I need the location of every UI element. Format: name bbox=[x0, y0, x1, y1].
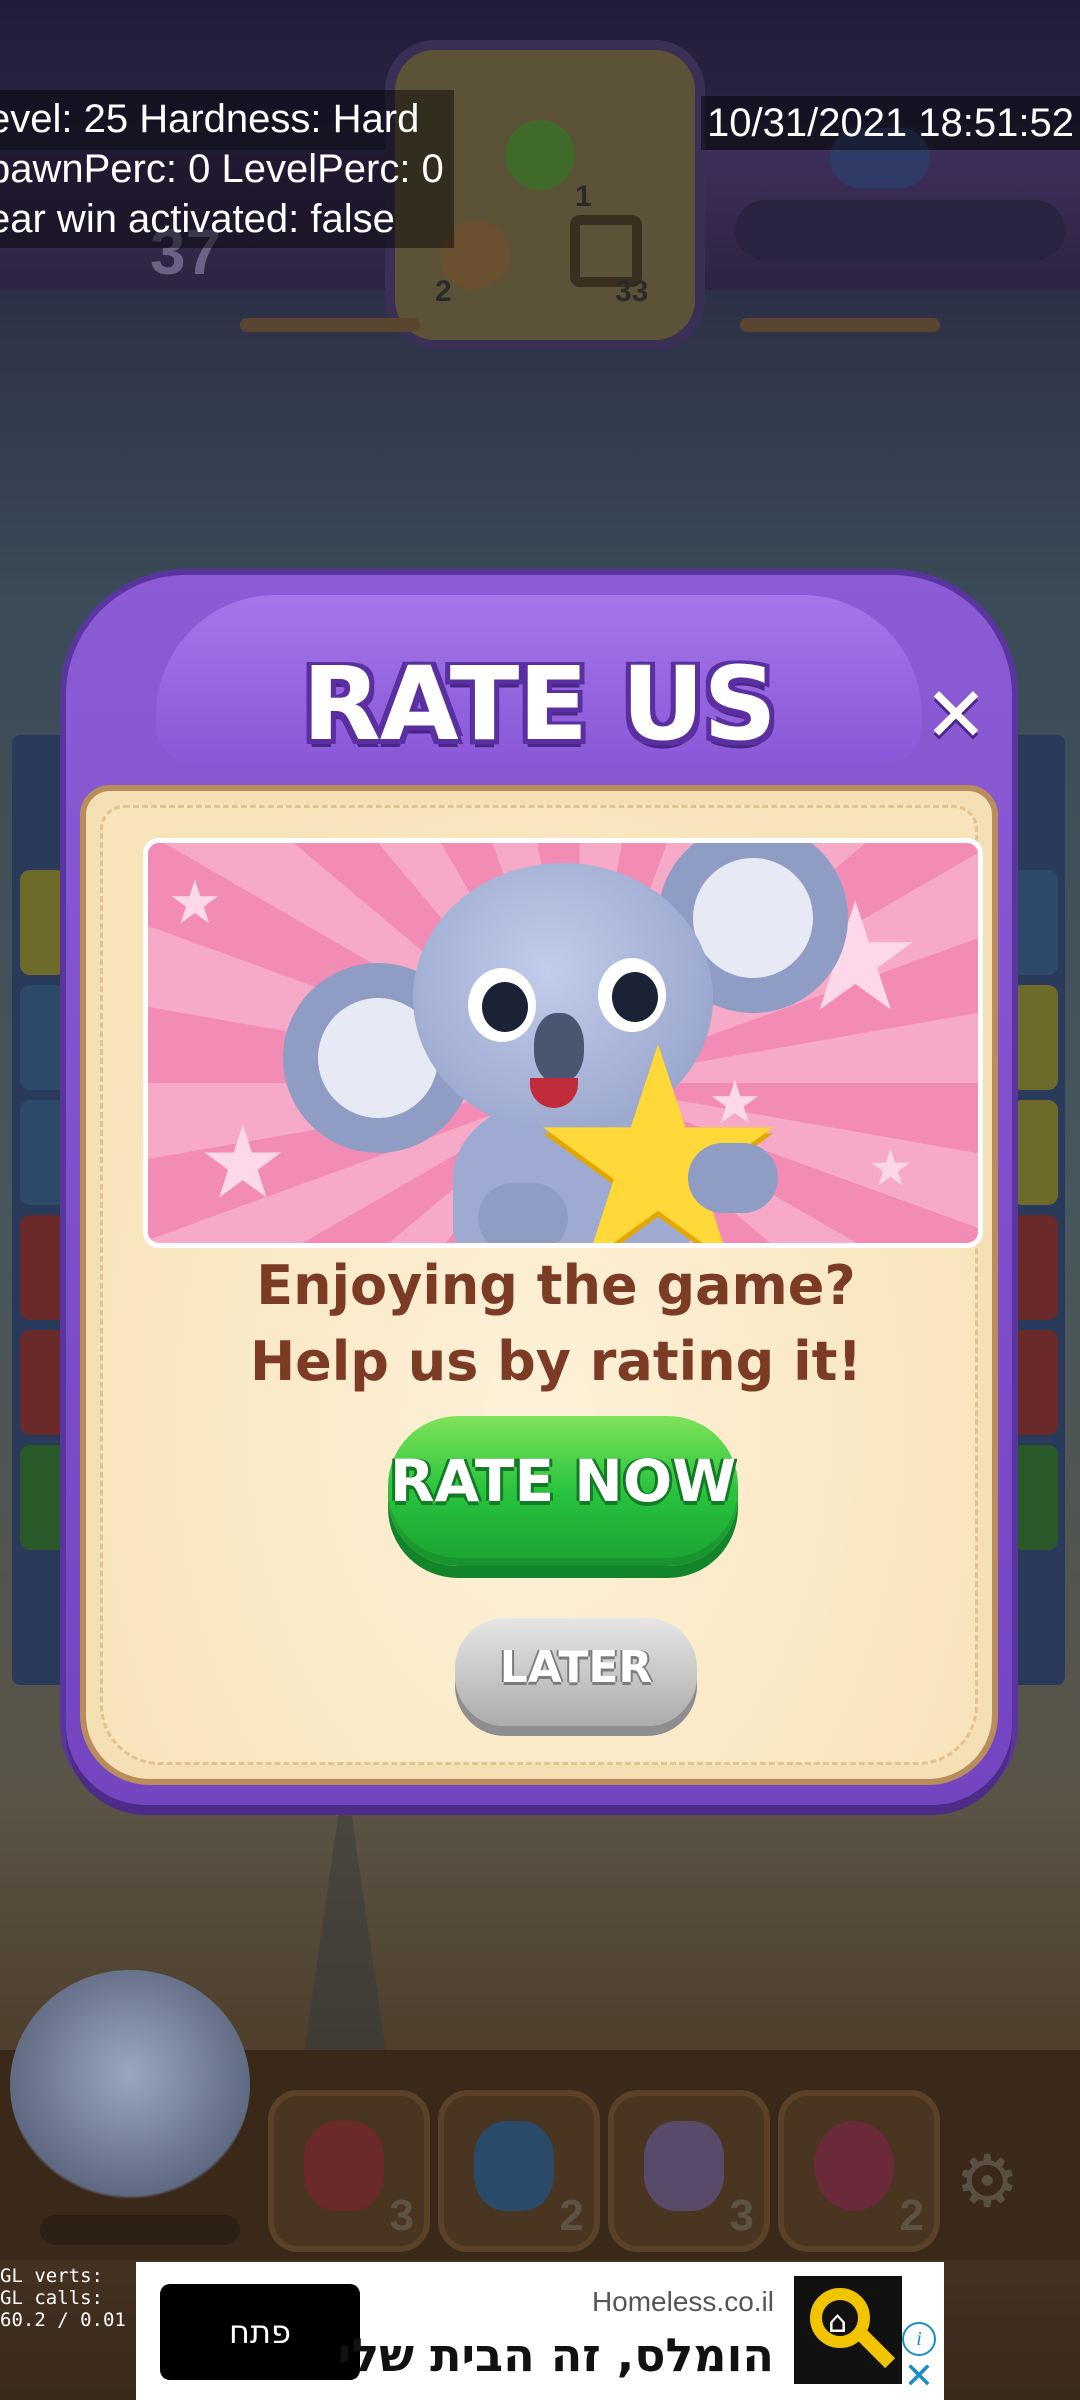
ad-open-button[interactable]: פתח bbox=[160, 2284, 360, 2380]
dino-icon bbox=[505, 120, 575, 190]
booster-count: 3 bbox=[729, 2191, 754, 2240]
debug-win-line: ear win activated: false bbox=[0, 197, 395, 241]
rating-prompt-line1: Enjoying the game? bbox=[256, 1254, 856, 1317]
board-tile bbox=[20, 985, 66, 1090]
debug-info-panel: evel: 25 Hardness: Hard pawnPerc: 0 Leve… bbox=[0, 90, 454, 248]
koala-mascot bbox=[10, 1970, 250, 2200]
board-tile bbox=[20, 1100, 66, 1205]
ad-banner[interactable]: פתח Homeless.co.il הומלס, זה הבית שלי ⌂ … bbox=[136, 2262, 944, 2400]
koala-character: ★ bbox=[278, 843, 848, 1243]
debug-level-line: evel: 25 Hardness: Hard bbox=[0, 97, 420, 141]
board-tile bbox=[20, 1445, 66, 1550]
magnifier-handle bbox=[856, 2329, 896, 2369]
rope-decoration bbox=[740, 318, 940, 332]
yoyo-icon bbox=[814, 2121, 894, 2211]
board-tile bbox=[20, 1330, 66, 1435]
goal-count-crate: 33 bbox=[615, 275, 649, 308]
gl-fps: 60.2 / 0.01 bbox=[0, 2309, 126, 2331]
star-decoration-icon: ★ bbox=[168, 868, 222, 938]
rating-prompt-line2: Help us by rating it! bbox=[249, 1330, 863, 1393]
rate-now-button[interactable]: RATE NOW bbox=[388, 1416, 738, 1566]
hammer-icon bbox=[304, 2121, 384, 2211]
board-tile bbox=[20, 870, 66, 975]
gl-calls: GL calls: bbox=[0, 2287, 103, 2309]
gl-verts: GL verts: bbox=[0, 2265, 103, 2287]
board-tile bbox=[1012, 870, 1058, 975]
dialog-title: RATE US bbox=[302, 645, 777, 764]
star-progress-bar bbox=[735, 200, 1065, 260]
close-button[interactable]: ✕ bbox=[916, 675, 996, 755]
board-tile bbox=[1012, 1330, 1058, 1435]
goal-count-dino: 1 bbox=[575, 180, 592, 213]
ad-info-icon[interactable]: i bbox=[902, 2322, 936, 2356]
gear-icon[interactable]: ⚙ bbox=[955, 2145, 1020, 2217]
board-tile bbox=[1012, 1100, 1058, 1205]
goal-count-hamster: 2 bbox=[435, 275, 452, 308]
rating-prompt: Enjoying the game? Help us by rating it! bbox=[103, 1248, 1009, 1400]
booster-pinata[interactable]: 3 bbox=[608, 2090, 770, 2252]
booster-yoyo[interactable]: 2 bbox=[778, 2090, 940, 2252]
ad-advertiser: Homeless.co.il bbox=[591, 2286, 774, 2317]
booster-blaster[interactable]: 2 bbox=[438, 2090, 600, 2252]
booster-count: 2 bbox=[899, 2191, 924, 2240]
mascot-pedestal bbox=[40, 2215, 240, 2245]
koala-ear-inner bbox=[693, 858, 813, 978]
board-tile bbox=[20, 1215, 66, 1320]
blaster-icon bbox=[474, 2121, 554, 2211]
pinata-icon bbox=[644, 2121, 724, 2211]
star-decoration-icon: ★ bbox=[198, 1104, 288, 1221]
ad-headline: הומלס, זה הבית שלי bbox=[337, 2328, 774, 2382]
board-tile bbox=[1012, 1215, 1058, 1320]
rope-decoration bbox=[240, 318, 420, 332]
debug-spawn-line: pawnPerc: 0 LevelPerc: 0 bbox=[0, 147, 444, 191]
debug-datetime: 10/31/2021 18:51:52 bbox=[700, 96, 1080, 150]
star-decoration-icon: ★ bbox=[868, 1139, 913, 1197]
booster-count: 3 bbox=[389, 2191, 414, 2240]
later-button[interactable]: LATER bbox=[455, 1618, 697, 1726]
house-icon: ⌂ bbox=[828, 2305, 848, 2340]
ad-close-icon[interactable]: ✕ bbox=[902, 2359, 936, 2395]
gl-stats: GL verts: GL calls: 60.2 / 0.01 bbox=[0, 2265, 140, 2331]
booster-hammer[interactable]: 3 bbox=[268, 2090, 430, 2252]
koala-arm bbox=[688, 1143, 778, 1213]
dialog-body-inner: ★ ★ ★ ★ ★ ★ Enjoying the game? Help us b… bbox=[100, 805, 983, 1765]
rate-us-dialog: RATE US ✕ ★ ★ ★ ★ ★ ★ Enjoying the game?… bbox=[66, 575, 1012, 1805]
dialog-body: ★ ★ ★ ★ ★ ★ Enjoying the game? Help us b… bbox=[80, 785, 998, 1785]
board-tile bbox=[1012, 985, 1058, 1090]
board-tile bbox=[1012, 1445, 1058, 1550]
koala-star-illustration: ★ ★ ★ ★ ★ ★ bbox=[143, 838, 983, 1248]
homeless-logo-icon: ⌂ bbox=[794, 2276, 902, 2384]
booster-count: 2 bbox=[559, 2191, 584, 2240]
koala-arm bbox=[478, 1183, 568, 1243]
